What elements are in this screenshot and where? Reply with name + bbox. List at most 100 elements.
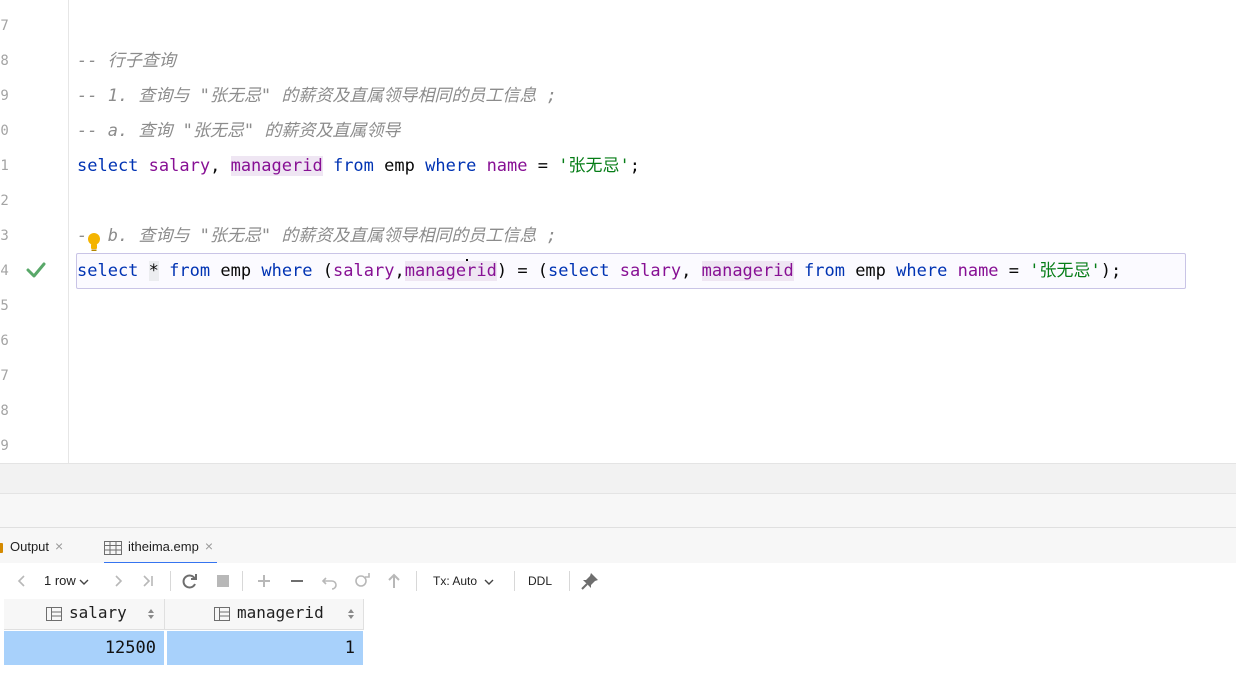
transaction-mode-dropdown[interactable]: Tx: Auto <box>433 563 494 599</box>
close-icon[interactable]: × <box>205 538 213 554</box>
sql-table: emp <box>220 261 252 281</box>
sql-punct: ( <box>322 261 334 281</box>
next-page-icon[interactable] <box>108 571 128 591</box>
sql-keyword: select <box>77 156 139 176</box>
sql-column-highlighted: rid <box>466 261 497 281</box>
chevron-down-icon <box>484 579 494 585</box>
line-gutter: 87 88 89 90 91 92 93 94 95 96 97 98 99 <box>0 0 69 463</box>
close-icon[interactable]: × <box>55 538 63 554</box>
tab-output[interactable]: Output × <box>0 528 63 564</box>
code-comment: - b. 查询与 "张无忌" 的薪资及直属领导相同的员工信息 ; <box>77 224 557 248</box>
sql-star: * <box>148 261 159 281</box>
pin-icon[interactable] <box>580 571 600 591</box>
sql-punct: , <box>681 261 702 281</box>
sql-column-highlighted: managerid <box>230 156 323 176</box>
line-number: 93 <box>0 228 9 244</box>
stop-icon[interactable] <box>213 571 233 591</box>
panel-splitter[interactable] <box>0 493 1236 528</box>
add-row-icon[interactable] <box>254 571 274 591</box>
line-number: 89 <box>0 88 9 104</box>
view-query-icon[interactable] <box>352 571 372 591</box>
results-tab-bar: Output × itheima.emp × <box>0 527 1236 565</box>
last-page-icon[interactable] <box>138 571 158 591</box>
table-icon <box>104 540 122 555</box>
sql-column: salary <box>619 261 682 281</box>
sql-keyword: where <box>896 261 948 281</box>
rows-label: 1 row <box>44 573 76 588</box>
line-number: 92 <box>0 193 9 209</box>
results-grid: salary managerid 12500 1 <box>0 599 1236 693</box>
sql-keyword: select <box>77 261 139 281</box>
lightbulb-icon[interactable] <box>86 232 102 252</box>
tab-itheima-emp[interactable]: itheima.emp × <box>104 528 217 565</box>
tx-label: Tx: Auto <box>433 574 478 588</box>
sql-table: emp <box>384 156 415 176</box>
sql-punct: , <box>210 156 231 176</box>
sql-column-highlighted: manage <box>404 261 467 281</box>
tab-label: itheima.emp <box>128 539 199 554</box>
sql-operator: = <box>998 261 1030 281</box>
toolbar-separator <box>416 571 417 591</box>
toolbar-separator <box>514 571 515 591</box>
results-toolbar: 1 row Tx: Auto DDL <box>0 563 1236 600</box>
output-icon <box>0 542 3 553</box>
sort-icon[interactable] <box>347 608 355 620</box>
line-number: 96 <box>0 333 9 349</box>
sql-table: emp <box>855 261 886 281</box>
toolbar-separator <box>242 571 243 591</box>
code-line-query-b[interactable]: select * from emp where (salary,manageri… <box>77 259 1121 283</box>
sql-editor[interactable]: 87 88 89 90 91 92 93 94 95 96 97 98 99 -… <box>0 0 1236 463</box>
chevron-down-icon <box>79 579 89 585</box>
line-number: 95 <box>0 298 9 314</box>
comment-text: b. 查询与 "张无忌" 的薪资及直属领导相同的员工信息 ; <box>107 226 557 246</box>
toolbar-separator <box>170 571 171 591</box>
sql-keyword: select <box>548 261 610 281</box>
column-label: managerid <box>237 603 324 622</box>
refresh-icon[interactable] <box>180 571 200 591</box>
sql-column: name <box>486 156 528 176</box>
revert-icon[interactable] <box>320 571 340 591</box>
sql-column: name <box>957 261 999 281</box>
previous-page-icon[interactable] <box>12 571 32 591</box>
code-line-query-a[interactable]: select salary, managerid from emp where … <box>77 154 640 178</box>
sql-keyword: from <box>803 261 845 281</box>
column-header-salary[interactable]: salary <box>4 599 165 630</box>
code-comment: -- 行子查询 <box>77 51 176 71</box>
sql-string: '张无忌' <box>558 156 630 176</box>
column-icon <box>214 607 230 621</box>
editor-status-band <box>0 463 1236 494</box>
code-comment: -- a. 查询 "张无忌" 的薪资及直属领导 <box>77 121 401 141</box>
table-cell[interactable]: 12500 <box>4 631 164 665</box>
sql-keyword: from <box>332 156 374 176</box>
sql-operator: = <box>527 156 559 176</box>
row-count-dropdown[interactable]: 1 row <box>44 563 89 599</box>
sql-keyword: where <box>261 261 313 281</box>
sql-keyword: where <box>425 156 477 176</box>
ddl-button[interactable]: DDL <box>528 563 552 599</box>
line-number: 91 <box>0 158 9 174</box>
column-label: salary <box>69 603 127 622</box>
sql-column: salary <box>148 156 211 176</box>
sort-icon[interactable] <box>147 608 155 620</box>
line-number: 97 <box>0 368 9 384</box>
sql-punct: ); <box>1100 261 1122 281</box>
delete-row-icon[interactable] <box>287 571 307 591</box>
toolbar-separator <box>569 571 570 591</box>
line-number: 90 <box>0 123 9 139</box>
table-cell[interactable]: 1 <box>167 631 363 665</box>
check-icon[interactable] <box>26 261 46 279</box>
sql-operator: ) = ( <box>496 261 549 281</box>
line-number: 99 <box>0 438 9 454</box>
submit-icon[interactable] <box>384 571 404 591</box>
line-number: 98 <box>0 403 9 419</box>
sql-punct: ; <box>629 156 640 176</box>
sql-column-highlighted: managerid <box>701 261 794 281</box>
sql-keyword: from <box>169 261 211 281</box>
column-header-managerid[interactable]: managerid <box>165 599 364 630</box>
sql-column: salary <box>333 261 395 281</box>
column-icon <box>46 607 62 621</box>
code-comment: -- 1. 查询与 "张无忌" 的薪资及直属领导相同的员工信息 ; <box>77 86 557 106</box>
line-number: 87 <box>0 18 9 34</box>
tab-label: Output <box>10 539 50 554</box>
line-number: 88 <box>0 53 9 69</box>
